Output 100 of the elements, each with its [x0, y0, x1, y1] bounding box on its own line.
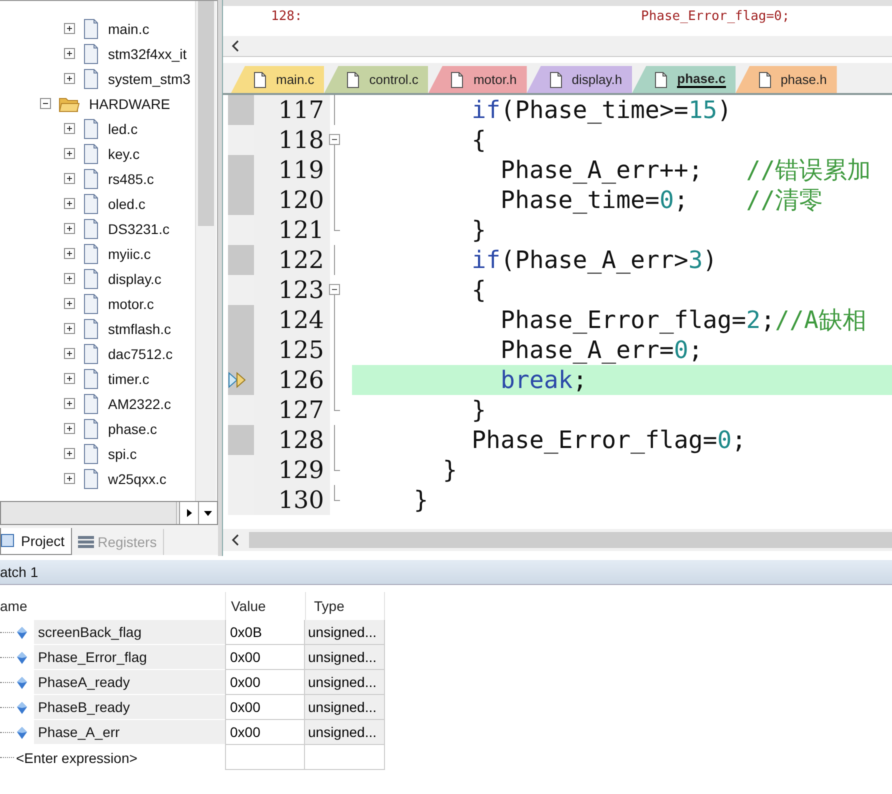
horizontal-scrollbar[interactable]	[223, 529, 892, 551]
file-label[interactable]: motor.c	[108, 296, 154, 312]
type-cell: unsigned...	[305, 620, 385, 645]
file-label[interactable]: w25qxx.c	[108, 470, 166, 486]
type-cell: unsigned...	[305, 670, 385, 695]
value-cell[interactable]: 0x00	[225, 645, 305, 670]
value-cell[interactable]: 0x00	[225, 720, 305, 745]
file-label[interactable]: rs485.c	[108, 170, 154, 186]
enter-expression-field[interactable]: <Enter expression>	[16, 750, 138, 766]
horizontal-scrollbar[interactable]	[223, 36, 892, 57]
scroll-right-button[interactable]	[179, 502, 198, 524]
type-cell: unsigned...	[305, 720, 385, 745]
file-label[interactable]: DS3231.c	[108, 220, 170, 236]
expand-icon[interactable]	[64, 323, 75, 334]
line-number: 120	[254, 185, 330, 215]
expand-icon[interactable]	[64, 373, 75, 384]
code-line: if(Phase_time>=15)	[470, 95, 733, 125]
file-label[interactable]: AM2322.c	[108, 396, 172, 412]
file-label[interactable]: led.c	[108, 120, 138, 136]
line-number: 128	[254, 425, 330, 455]
variable-name-cell: screenBack_flag	[34, 620, 225, 644]
file-label[interactable]: stm32f4xx_it	[108, 46, 187, 62]
value-cell[interactable]: 0x00	[225, 695, 305, 720]
horizontal-scrollbar[interactable]	[0, 501, 218, 525]
dropdown-button[interactable]	[198, 502, 217, 524]
file-icon	[83, 468, 99, 488]
editor-tab[interactable]: phase.h	[736, 66, 837, 93]
file-label[interactable]: phase.c	[108, 420, 158, 436]
editor-tab[interactable]: motor.h	[428, 66, 527, 93]
file-icon	[83, 144, 99, 164]
expand-icon[interactable]	[64, 448, 75, 459]
watch-panel-title: atch 1	[0, 564, 38, 580]
file-label[interactable]: timer.c	[108, 370, 150, 386]
file-label[interactable]: stmflash.c	[108, 320, 172, 336]
expand-icon[interactable]	[64, 473, 75, 484]
editor-tab[interactable]: phase.c	[632, 66, 736, 93]
vertical-scrollbar[interactable]	[195, 1, 216, 501]
file-icon	[83, 194, 99, 214]
folder-icon	[59, 96, 80, 112]
down-arrow-icon	[203, 509, 213, 517]
expand-icon[interactable]	[64, 248, 75, 259]
expand-icon[interactable]	[64, 123, 75, 134]
editor-tab[interactable]: main.c	[231, 66, 324, 93]
expand-icon[interactable]	[64, 223, 75, 234]
expand-icon[interactable]	[64, 173, 75, 184]
expand-icon[interactable]	[64, 298, 75, 309]
value-cell[interactable]: 0x0B	[225, 620, 305, 645]
file-label[interactable]: main.c	[108, 20, 150, 36]
file-icon	[83, 68, 99, 88]
line-number: 124	[254, 305, 330, 335]
line-number: 117	[254, 95, 330, 125]
file-icon	[83, 118, 99, 138]
file-label[interactable]: key.c	[108, 146, 140, 162]
code-line: Phase_Error_flag=2;//A缺相	[499, 305, 868, 335]
expand-icon[interactable]	[64, 48, 75, 59]
variable-icon	[16, 676, 28, 688]
file-label[interactable]: dac7512.c	[108, 346, 173, 362]
type-cell: unsigned...	[305, 695, 385, 720]
line-number: 122	[254, 245, 330, 275]
file-label[interactable]: myiic.c	[108, 246, 151, 262]
file-icon	[83, 344, 99, 364]
file-label[interactable]: system_stm3	[108, 70, 190, 86]
expand-icon[interactable]	[64, 273, 75, 284]
column-header[interactable]: ame	[0, 592, 225, 620]
expand-icon[interactable]	[64, 198, 75, 209]
file-icon	[83, 218, 99, 238]
editor-tab[interactable]: display.h	[526, 66, 632, 93]
disassembly-line-number: 128:	[271, 9, 304, 24]
file-icon	[83, 418, 99, 438]
expand-icon[interactable]	[64, 398, 75, 409]
variable-icon	[16, 726, 28, 738]
file-icon	[83, 294, 99, 314]
code-line: }	[442, 455, 458, 485]
code-line: {	[470, 275, 488, 305]
expand-icon[interactable]	[64, 23, 75, 34]
file-icon	[83, 168, 99, 188]
line-number: 118	[254, 125, 330, 155]
file-icon	[253, 72, 267, 88]
collapse-icon[interactable]	[40, 98, 51, 109]
expand-icon[interactable]	[64, 73, 75, 84]
line-number: 127	[254, 395, 330, 425]
file-label[interactable]: oled.c	[108, 196, 146, 212]
expand-icon[interactable]	[64, 423, 75, 434]
type-cell: unsigned...	[305, 645, 385, 670]
file-icon	[83, 318, 99, 338]
file-label[interactable]: display.c	[108, 270, 162, 286]
code-line: Phase_Error_flag=0;	[470, 425, 748, 455]
folder-label[interactable]: HARDWARE	[89, 96, 170, 112]
file-label[interactable]: spi.c	[108, 446, 137, 462]
editor-tab[interactable]: control.c	[324, 66, 428, 93]
value-cell[interactable]	[225, 745, 305, 770]
line-number: 121	[254, 215, 330, 245]
line-number: 126	[254, 365, 330, 395]
value-cell[interactable]: 0x00	[225, 670, 305, 695]
expand-icon[interactable]	[64, 148, 75, 159]
panel-tab[interactable]: Project	[0, 528, 72, 555]
variable-icon	[16, 652, 28, 664]
expand-icon[interactable]	[64, 348, 75, 359]
file-icon	[83, 44, 99, 64]
disassembly-code: Phase_Error_flag=0;	[641, 9, 790, 24]
